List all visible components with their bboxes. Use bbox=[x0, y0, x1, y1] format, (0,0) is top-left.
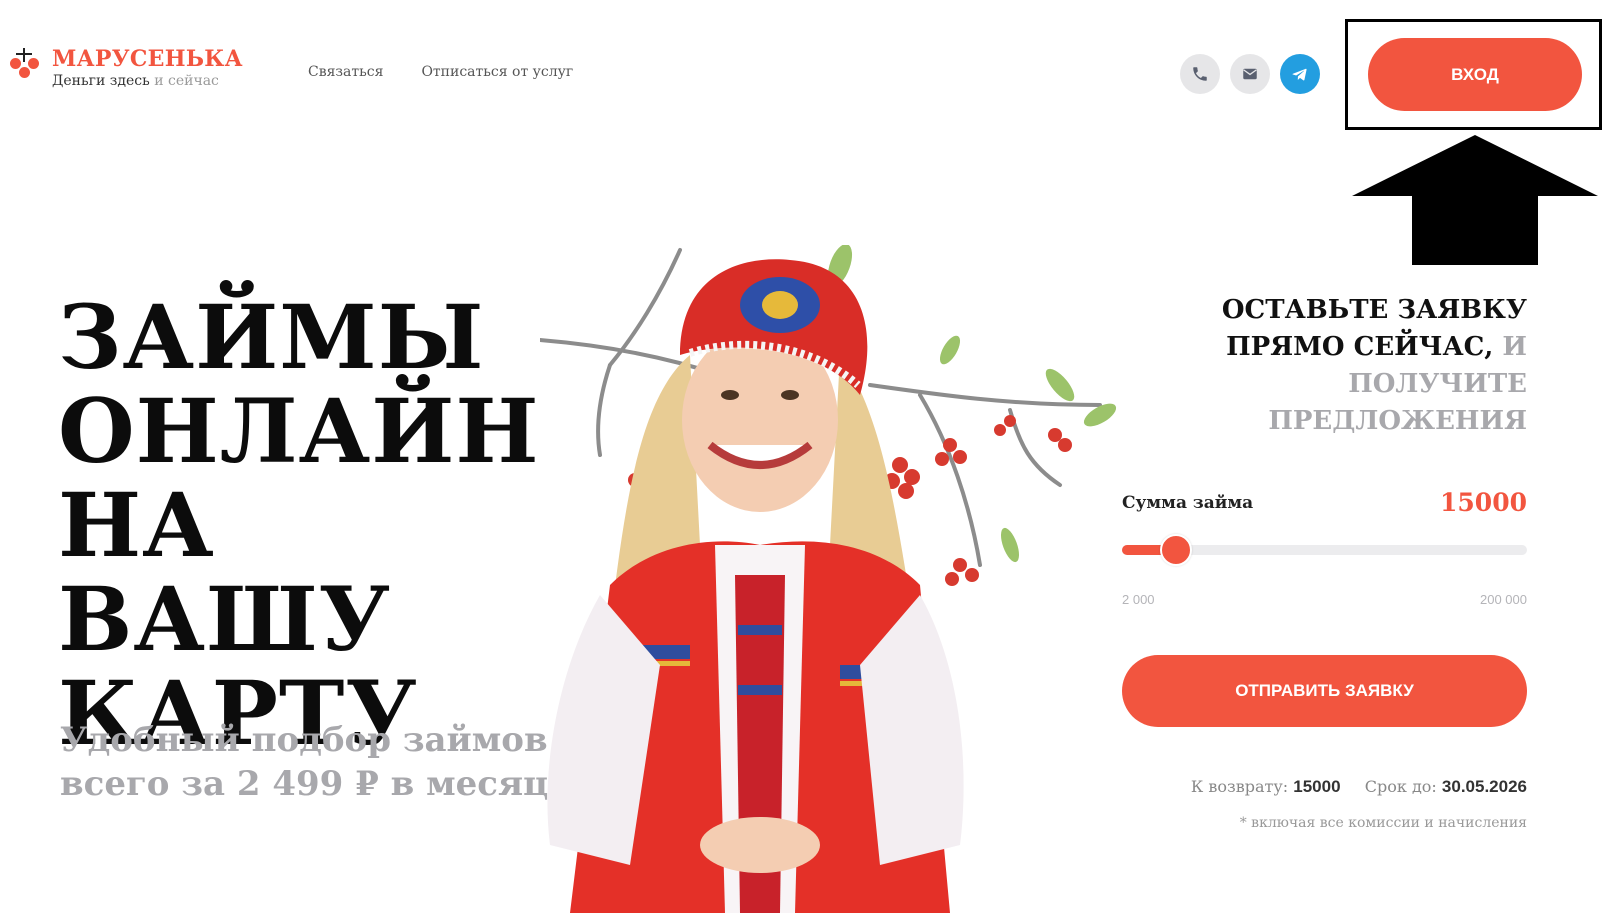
hero-title-line: ЗАЙМЫ bbox=[58, 285, 485, 389]
amount-label: Сумма займа bbox=[1122, 493, 1254, 513]
fees-note: * включая все комиссии и начисления bbox=[1239, 815, 1527, 831]
telegram-button[interactable] bbox=[1280, 54, 1320, 94]
amount-slider[interactable] bbox=[1122, 534, 1527, 566]
main-nav: Связаться Отписаться от услуг bbox=[308, 64, 573, 80]
phone-button[interactable] bbox=[1180, 54, 1220, 94]
amount-slider-handle[interactable] bbox=[1159, 534, 1192, 566]
phone-icon bbox=[1193, 67, 1207, 81]
brand-name: МАРУСЕНЬКА bbox=[52, 46, 243, 72]
nav-link-contact[interactable]: Связаться bbox=[308, 64, 383, 80]
nav-link-unsubscribe[interactable]: Отписаться от услуг bbox=[421, 64, 573, 80]
mail-icon bbox=[1243, 68, 1257, 80]
hero-subtitle: Удобный подбор займов всего за 2 499 ₽ в… bbox=[60, 720, 549, 804]
mail-button[interactable] bbox=[1230, 54, 1270, 94]
term-value: 30.05.2026 bbox=[1441, 777, 1527, 796]
submit-application-button[interactable]: ОТПРАВИТЬ ЗАЯВКУ bbox=[1122, 655, 1527, 727]
amount-value: 15000 bbox=[1440, 488, 1527, 517]
hero-title-line: ОНЛАЙН bbox=[58, 379, 540, 483]
slider-min-label: 2 000 bbox=[1122, 592, 1155, 607]
hero-title-line: НА ВАШУ bbox=[58, 473, 392, 671]
hero-photo bbox=[540, 245, 1117, 913]
slider-max-label: 200 000 bbox=[1480, 592, 1527, 607]
loan-summary: К возврату: 15000 Срок до: 30.05.2026 bbox=[1100, 777, 1527, 797]
rowan-logo-icon bbox=[8, 48, 42, 82]
form-title: ОСТАВЬТЕ ЗАЯВКУ ПРЯМО СЕЙЧАС, И ПОЛУЧИТЕ… bbox=[1221, 295, 1527, 436]
login-button[interactable]: ВХОД bbox=[1368, 38, 1582, 111]
return-label: К возврату: bbox=[1190, 777, 1289, 796]
arrow-up-icon bbox=[1352, 135, 1598, 265]
telegram-icon bbox=[1292, 68, 1307, 81]
term-label: Срок до: bbox=[1364, 777, 1437, 796]
brand-tagline: Деньги здесь и сейчас bbox=[52, 73, 219, 89]
hero-title: ЗАЙМЫ ОНЛАЙН НА ВАШУ КАРТУ bbox=[58, 290, 578, 760]
return-value: 15000 bbox=[1293, 777, 1341, 796]
brand-logo[interactable]: МАРУСЕНЬКА Деньги здесь и сейчас bbox=[8, 46, 243, 90]
